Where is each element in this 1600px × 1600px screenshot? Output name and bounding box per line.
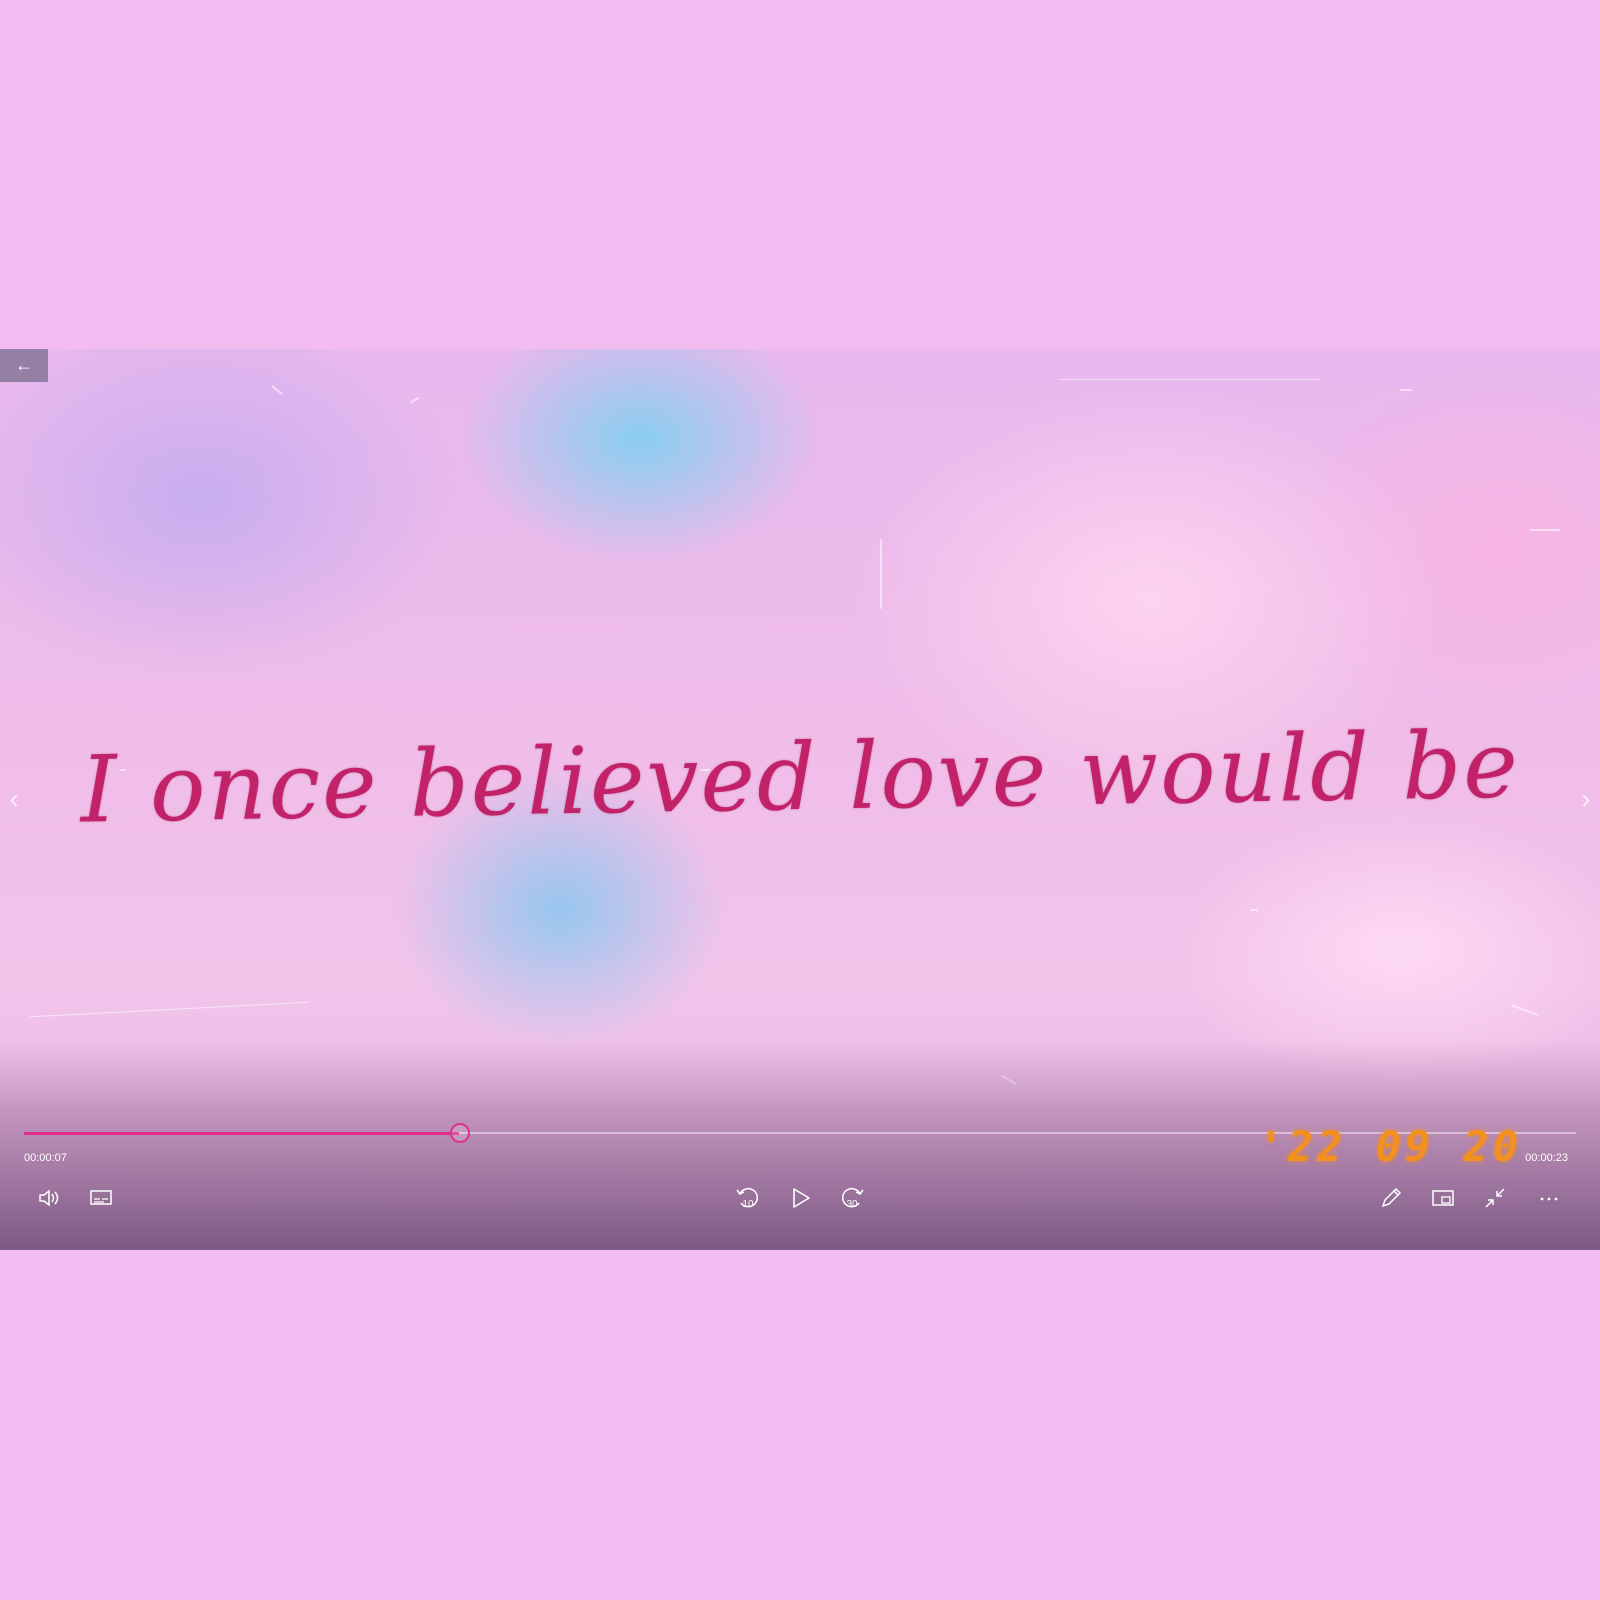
volume-button[interactable] [31,1180,67,1216]
mini-view-button[interactable] [1425,1180,1461,1216]
play-button[interactable] [782,1180,818,1216]
shrink-icon [1477,1188,1513,1220]
camera-datestamp: '22 09 20 [1258,1122,1522,1171]
skip-forward-seconds: 30 [846,1199,858,1210]
film-speck [1510,1003,1540,1017]
seek-thumb[interactable] [449,1123,470,1143]
playback-controls-bar: 00:00:07 '22 09 20 00:00:23 10 30 [0,1040,1600,1250]
film-speck [880,539,882,609]
video-player[interactable]: ← ‹ › I once believed love would be 00:0… [0,349,1600,1250]
speaker-icon [31,1189,67,1220]
film-speck [1530,529,1560,531]
page-background: ← ‹ › I once believed love would be 00:0… [0,0,1600,1600]
lyric-caption: I once believed love would be [79,711,1521,844]
mini-view-icon [1425,1190,1461,1220]
film-speck [1250,909,1258,911]
captions-button[interactable] [83,1180,119,1216]
play-icon [782,1188,818,1220]
arrow-left-icon: ← [15,355,33,375]
back-button[interactable]: ← [0,349,48,382]
time-elapsed: 00:00:07 [24,1152,67,1164]
skip-forward-button[interactable]: 30 [834,1180,870,1216]
exit-fullscreen-button[interactable] [1477,1180,1513,1216]
edit-button[interactable] [1373,1180,1409,1216]
film-speck [1400,389,1412,391]
film-speck [410,396,420,404]
time-total: 00:00:23 [1525,1152,1568,1164]
more-options-button[interactable] [1531,1180,1567,1216]
film-speck [1060,379,1320,380]
captions-icon [83,1190,119,1220]
film-speck [270,384,284,396]
skip-back-button[interactable]: 10 [730,1180,766,1216]
more-icon [1531,1197,1567,1220]
film-speck [30,1001,310,1018]
pencil-icon [1373,1187,1409,1220]
seek-bar-progress [24,1132,459,1135]
skip-back-seconds: 10 [742,1199,754,1210]
